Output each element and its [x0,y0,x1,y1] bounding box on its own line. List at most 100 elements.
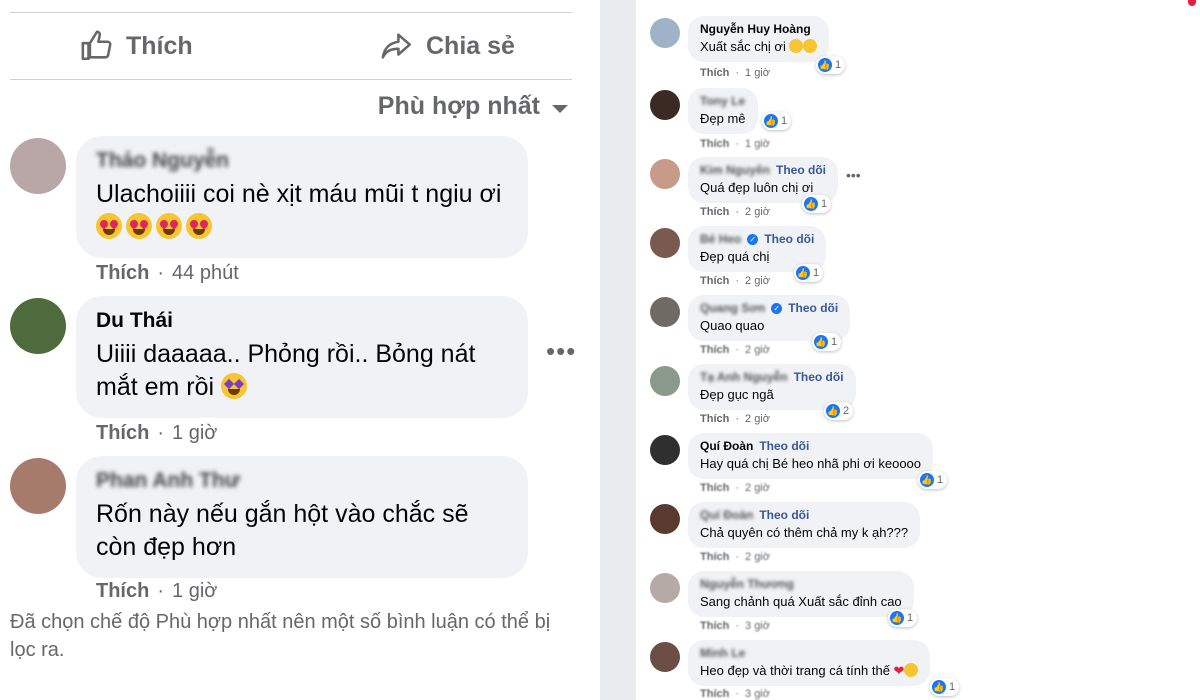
notification-dot-icon [1188,0,1196,6]
comment-bubble: Quí Đoàn Theo dõi Hay quá chị Bé heo nhã … [688,433,934,479]
reaction-count[interactable]: 👍 1 [812,333,842,351]
sort-dropdown[interactable]: Phù hợp nhất [378,92,568,121]
avatar[interactable] [650,159,680,189]
comment-like-link[interactable]: Thích [700,551,729,563]
reaction-count[interactable]: 👍 1 [816,56,846,74]
heart-eyes-emoji-icon [96,213,122,239]
verified-badge-icon: ✓ [771,303,783,314]
comment-time[interactable]: 2 giờ [745,551,770,563]
avatar[interactable] [650,18,680,48]
comment-item: Minh Le Heo đẹp và thời trang cá tính th… [648,640,1188,700]
reaction-count[interactable]: 👍 1 [794,264,824,282]
follow-link[interactable]: Theo dõi [759,508,809,523]
comment-like-link[interactable]: Thích [96,580,149,603]
comment-like-link[interactable]: Thích [700,206,729,218]
avatar[interactable] [650,573,680,603]
comment-like-link[interactable]: Thích [700,67,729,79]
comment-author[interactable]: Thảo Nguyễn [96,148,508,174]
avatar[interactable] [650,504,680,534]
reaction-count[interactable]: 👍 1 [802,195,832,213]
reaction-count[interactable]: 👍 1 [762,112,792,130]
reaction-count[interactable]: 👍 2 [824,402,854,420]
comment-time[interactable]: 2 giờ [745,482,770,494]
avatar[interactable] [650,297,680,327]
follow-link[interactable]: Theo dõi [788,301,838,316]
comment-bubble: Quí Đoàn Theo dõi Chả quyên có thêm chả m… [688,502,921,548]
emoji-icon [803,39,818,53]
share-button[interactable]: Chia sẻ [380,26,515,66]
divider [10,12,572,13]
comment-item: Thảo Nguyễn Ulachoiiii coi nè xịt máu mũ… [10,136,580,286]
comment-time[interactable]: 44 phút [172,262,239,285]
comment-author[interactable]: Du Thái [96,308,508,334]
comment-author[interactable]: Tạ Anh Nguyễn [700,370,788,385]
comment-author[interactable]: Quí Đoàn [700,508,753,523]
comment-item: Du Thái Uiiii daaaaa.. Phỏng rồi.. Bỏng … [10,296,580,446]
follow-link[interactable]: Theo dõi [764,232,814,247]
avatar[interactable] [10,458,66,514]
share-label: Chia sẻ [426,31,515,60]
comment-bubble: Thảo Nguyễn Ulachoiiii coi nè xịt máu mũ… [76,136,528,258]
comment-time[interactable]: 1 giờ [172,422,217,445]
comment-time[interactable]: 2 giờ [745,275,770,287]
comment-like-link[interactable]: Thích [700,413,729,425]
left-comment-panel: Thích Chia sẻ Phù hợp nhất Thảo Nguyễn U… [0,0,600,700]
like-reaction-icon: 👍 [890,611,904,625]
avatar[interactable] [650,642,680,672]
more-dots-icon[interactable]: ••• [546,336,576,367]
comment-author[interactable]: Nguyễn Thương [700,577,794,592]
more-dots-icon[interactable]: ••• [846,167,861,183]
comment-like-link[interactable]: Thích [700,138,729,150]
heart-eyes-emoji-icon [186,213,212,239]
comment-author[interactable]: Nguyễn Huy Hoàng [700,22,811,37]
avatar[interactable] [650,228,680,258]
avatar[interactable] [650,366,680,396]
comment-author[interactable]: Quí Đoàn [700,439,753,454]
comment-item: Quí Đoàn Theo dõi Hay quá chị Bé heo nhã … [648,433,1188,499]
comment-time[interactable]: 2 giờ [745,206,770,218]
comment-time[interactable]: 1 giờ [172,580,217,603]
comment-like-link[interactable]: Thích [96,262,149,285]
comment-time[interactable]: 1 giờ [745,67,770,79]
like-reaction-icon: 👍 [764,114,778,128]
comment-text: Hay quá chị Bé heo nhã phi ơi keoooo [700,456,922,471]
comment-author[interactable]: Quang Sơn [700,301,765,316]
avatar[interactable] [10,138,66,194]
comment-meta: Thích · 2 giờ [700,206,770,218]
comment-author[interactable]: Bé Heo [700,232,741,247]
avatar[interactable] [650,435,680,465]
comment-bubble: Du Thái Uiiii daaaaa.. Phỏng rồi.. Bỏng … [76,296,528,418]
comment-like-link[interactable]: Thích [700,344,729,356]
sort-label: Phù hợp nhất [377,92,540,120]
comment-time[interactable]: 3 giờ [745,620,770,632]
comment-text: Ulachoiiii coi nè xịt máu mũi t ngiu ơi [96,178,508,244]
comment-time[interactable]: 3 giờ [745,688,770,700]
avatar[interactable] [650,90,680,120]
comment-bubble: Nguyễn Thương Sang chảnh quá Xuất sắc đỉ… [688,571,914,617]
comment-like-link[interactable]: Thích [700,275,729,287]
comment-author[interactable]: Minh Le [700,646,745,661]
comment-meta: Thích · 2 giờ [700,482,770,494]
follow-link[interactable]: Theo dõi [794,370,844,385]
emoji-icon [789,39,804,53]
comment-time[interactable]: 1 giờ [745,138,770,150]
star-struck-emoji-icon [221,373,248,399]
comment-like-link[interactable]: Thích [96,422,149,445]
comment-meta: Thích · 1 giờ [96,422,218,445]
comment-author[interactable]: Phan Anh Thư [96,468,508,494]
avatar[interactable] [10,298,66,354]
follow-link[interactable]: Theo dõi [759,439,809,454]
comment-author[interactable]: Kim Nguyên [700,163,770,178]
reaction-count[interactable]: 👍 1 [888,609,918,627]
comment-like-link[interactable]: Thích [700,688,729,700]
reaction-count[interactable]: 👍 1 [918,471,948,489]
comment-author[interactable]: Tony Le [700,94,745,109]
like-button[interactable]: Thích [80,26,193,66]
comment-like-link[interactable]: Thích [700,482,729,494]
comment-time[interactable]: 2 giờ [745,344,770,356]
comment-like-link[interactable]: Thích [700,620,729,632]
reaction-count[interactable]: 👍 1 [930,678,960,696]
follow-link[interactable]: Theo dõi [776,163,826,178]
comment-time[interactable]: 2 giờ [745,413,770,425]
comment-meta: Thích · 2 giờ [700,344,770,356]
